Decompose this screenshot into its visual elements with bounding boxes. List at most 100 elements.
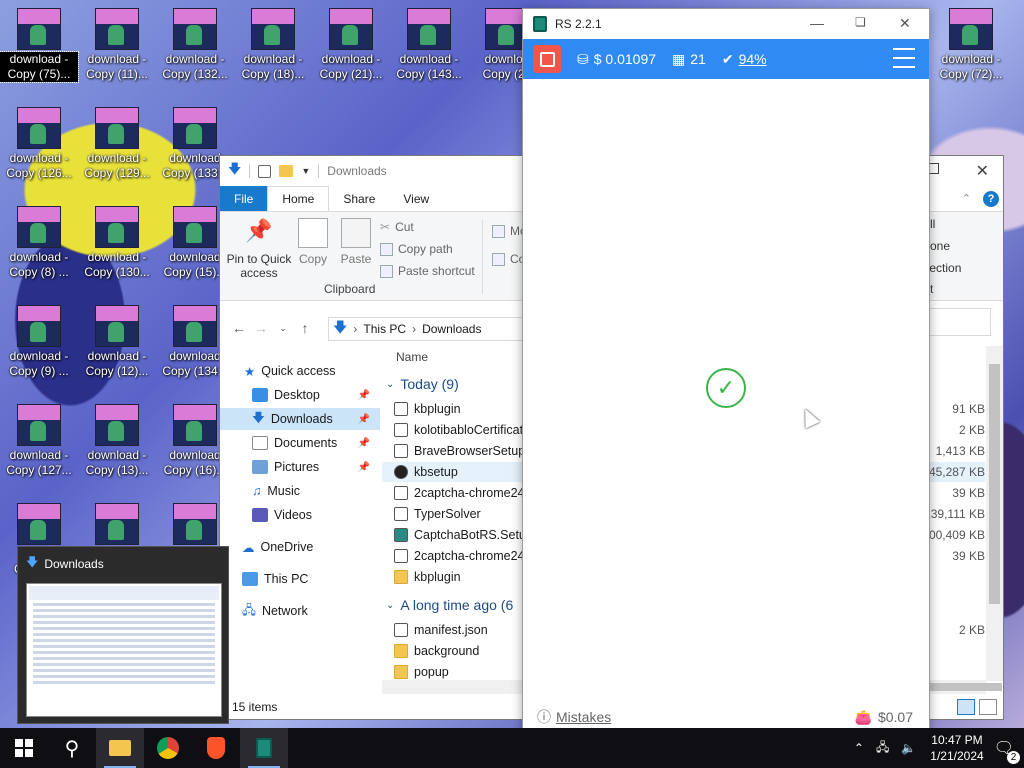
rs-app-icon bbox=[533, 16, 547, 32]
file-row[interactable]: BraveBrowserSetup- bbox=[394, 441, 522, 461]
forward-arrow-icon[interactable]: → bbox=[250, 320, 272, 336]
nav-desktop[interactable]: Desktop 📌 bbox=[220, 384, 380, 406]
desktop-icon-download-copy[interactable]: download - Copy (12)... bbox=[78, 297, 156, 393]
file-row[interactable]: CaptchaBotRS.Setup bbox=[394, 525, 522, 545]
collapse-ribbon-icon[interactable]: ⌃ bbox=[962, 192, 971, 205]
desktop-icon-download-copy[interactable]: download - Copy (143... bbox=[390, 0, 468, 96]
chevron-down-icon: ⌄ bbox=[386, 378, 395, 390]
up-arrow-icon[interactable]: ↑ bbox=[294, 320, 316, 336]
clock[interactable]: 10:47 PM 1/21/2024 bbox=[930, 732, 983, 764]
notification-center-button[interactable]: 🗨 2 bbox=[994, 738, 1020, 764]
volume-icon[interactable]: 🔈 bbox=[901, 741, 916, 755]
file-name: kolotibabloCertificat bbox=[414, 423, 522, 437]
file-row[interactable]: popup bbox=[394, 662, 522, 681]
file-row[interactable]: 2captcha-chrome24 bbox=[394, 546, 522, 566]
image-file-icon bbox=[17, 8, 61, 50]
taskbar-thumbnail-preview[interactable]: 🡇 Downloads bbox=[17, 546, 229, 724]
file-row[interactable]: kbplugin bbox=[394, 567, 522, 587]
file-row[interactable]: kbplugin bbox=[394, 399, 522, 419]
search-button[interactable]: ⚲ bbox=[48, 728, 96, 768]
cut-button[interactable]: ✂ Cut bbox=[380, 220, 414, 234]
large-icons-view-button[interactable] bbox=[979, 699, 997, 715]
vertical-scrollbar[interactable] bbox=[986, 346, 1003, 681]
nav-pictures[interactable]: Pictures 📌 bbox=[220, 456, 380, 478]
network-icon[interactable]: 🖧 bbox=[876, 738, 889, 759]
file-row[interactable]: background bbox=[394, 641, 522, 661]
file-row[interactable]: kolotibabloCertificat bbox=[394, 420, 522, 440]
copy-path-button[interactable]: Copy path bbox=[380, 242, 453, 256]
taskbar-brave[interactable] bbox=[192, 728, 240, 768]
file-name: kbsetup bbox=[414, 465, 458, 479]
folder-icon bbox=[394, 665, 408, 679]
desktop-icon-download-copy[interactable]: download - Copy (130... bbox=[78, 198, 156, 294]
group-long-ago[interactable]: ⌄ A long time ago (6 bbox=[386, 597, 513, 613]
file-row[interactable]: TyperSolver bbox=[394, 504, 522, 524]
menu-icon[interactable] bbox=[893, 48, 915, 68]
music-icon: ♫ bbox=[252, 484, 262, 498]
paste-button[interactable]: Paste bbox=[338, 218, 374, 266]
tab-share[interactable]: Share bbox=[329, 186, 389, 211]
nav-documents[interactable]: Documents 📌 bbox=[220, 432, 380, 454]
quick-access-dropdown-icon[interactable]: ▼ bbox=[301, 166, 310, 176]
desktop-icon-download-copy[interactable]: download - Copy (126... bbox=[0, 99, 78, 195]
desktop-icon-download-copy[interactable]: download - Copy (75)... bbox=[0, 0, 79, 96]
desktop-icon-download-copy[interactable]: download - Copy (8) ... bbox=[0, 198, 78, 294]
breadcrumb-this-pc[interactable]: This PC bbox=[363, 322, 406, 336]
nav-music[interactable]: ♫ Music bbox=[220, 480, 380, 502]
search-input[interactable] bbox=[927, 308, 991, 336]
close-icon[interactable]: ✕ bbox=[899, 15, 911, 32]
help-icon[interactable]: ? bbox=[983, 190, 999, 207]
minimize-icon[interactable]: — bbox=[810, 15, 824, 31]
details-view-button[interactable] bbox=[957, 699, 975, 715]
accuracy-stat[interactable]: ✔ 94% bbox=[722, 51, 767, 68]
file-row[interactable]: manifest.json bbox=[394, 620, 522, 640]
desktop-icon-download-copy[interactable]: download - Copy (129... bbox=[78, 99, 156, 195]
start-button[interactable] bbox=[0, 728, 48, 768]
tab-file[interactable]: File bbox=[220, 186, 268, 211]
taskbar-file-explorer[interactable] bbox=[96, 728, 144, 768]
desktop-icon-label: download - bbox=[243, 52, 303, 66]
pin-to-quick-access-button[interactable]: 📌 Pin to Quick access bbox=[226, 218, 292, 280]
new-folder-icon[interactable] bbox=[279, 165, 294, 177]
file-row[interactable]: 2captcha-chrome24 bbox=[394, 483, 522, 503]
restore-icon[interactable]: ❏ bbox=[855, 15, 866, 29]
close-icon[interactable]: ✕ bbox=[976, 161, 989, 181]
recent-locations-icon[interactable]: ⌄ bbox=[272, 323, 294, 334]
back-arrow-icon[interactable]: ← bbox=[228, 320, 250, 336]
desktop-icon-download-copy[interactable]: download - Copy (9) ... bbox=[0, 297, 78, 393]
copy-to-button[interactable]: Co bbox=[492, 252, 525, 266]
copy-button[interactable]: Copy bbox=[296, 218, 330, 266]
breadcrumb-downloads[interactable]: Downloads bbox=[422, 322, 481, 336]
select-all-button[interactable]: ll bbox=[930, 217, 935, 231]
explorer-title: Downloads bbox=[327, 164, 387, 178]
desktop-icon-download-copy[interactable]: download - Copy (72)... bbox=[932, 0, 1010, 96]
tab-home[interactable]: Home bbox=[267, 186, 330, 211]
chevron-up-icon[interactable]: ⌃ bbox=[854, 741, 864, 755]
group-today[interactable]: ⌄ Today (9) bbox=[386, 376, 459, 392]
file-row[interactable]: kbsetup bbox=[382, 462, 522, 482]
address-bar[interactable]: 🡇 › This PC › Downloads bbox=[328, 317, 528, 341]
desktop-icon-download-copy[interactable]: download - Copy (21)... bbox=[312, 0, 390, 96]
nav-videos[interactable]: Videos bbox=[220, 504, 380, 526]
desktop-icon-download-copy[interactable]: download - Copy (11)... bbox=[78, 0, 156, 96]
desktop-icon-label: download - bbox=[9, 52, 69, 66]
nav-this-pc[interactable]: This PC bbox=[220, 568, 380, 590]
desktop-icon-download-copy[interactable]: download - Copy (18)... bbox=[234, 0, 312, 96]
mistakes-link[interactable]: ⓘ Mistakes bbox=[537, 707, 611, 727]
nav-network[interactable]: 🖧 Network bbox=[220, 600, 380, 622]
taskbar-rs-app[interactable] bbox=[240, 728, 288, 768]
desktop-icon-download-copy[interactable]: download - Copy (127... bbox=[0, 396, 78, 492]
select-none-button[interactable]: one bbox=[930, 239, 950, 253]
column-header-name[interactable]: Name bbox=[396, 350, 428, 364]
taskbar-chrome[interactable] bbox=[144, 728, 192, 768]
desktop-icon-label: download - bbox=[87, 448, 147, 462]
nav-onedrive[interactable]: ☁ OneDrive bbox=[220, 536, 380, 558]
properties-icon[interactable] bbox=[258, 164, 272, 178]
desktop-icon-download-copy[interactable]: download - Copy (132... bbox=[156, 0, 234, 96]
nav-downloads[interactable]: 🡇 Downloads 📌 bbox=[220, 408, 380, 430]
tab-view[interactable]: View bbox=[389, 186, 443, 211]
nav-quick-access[interactable]: ★ Quick access bbox=[244, 360, 404, 382]
stop-button[interactable] bbox=[533, 45, 561, 73]
desktop-icon-download-copy[interactable]: download - Copy (13)... bbox=[78, 396, 156, 492]
paste-shortcut-button[interactable]: Paste shortcut bbox=[380, 264, 475, 278]
